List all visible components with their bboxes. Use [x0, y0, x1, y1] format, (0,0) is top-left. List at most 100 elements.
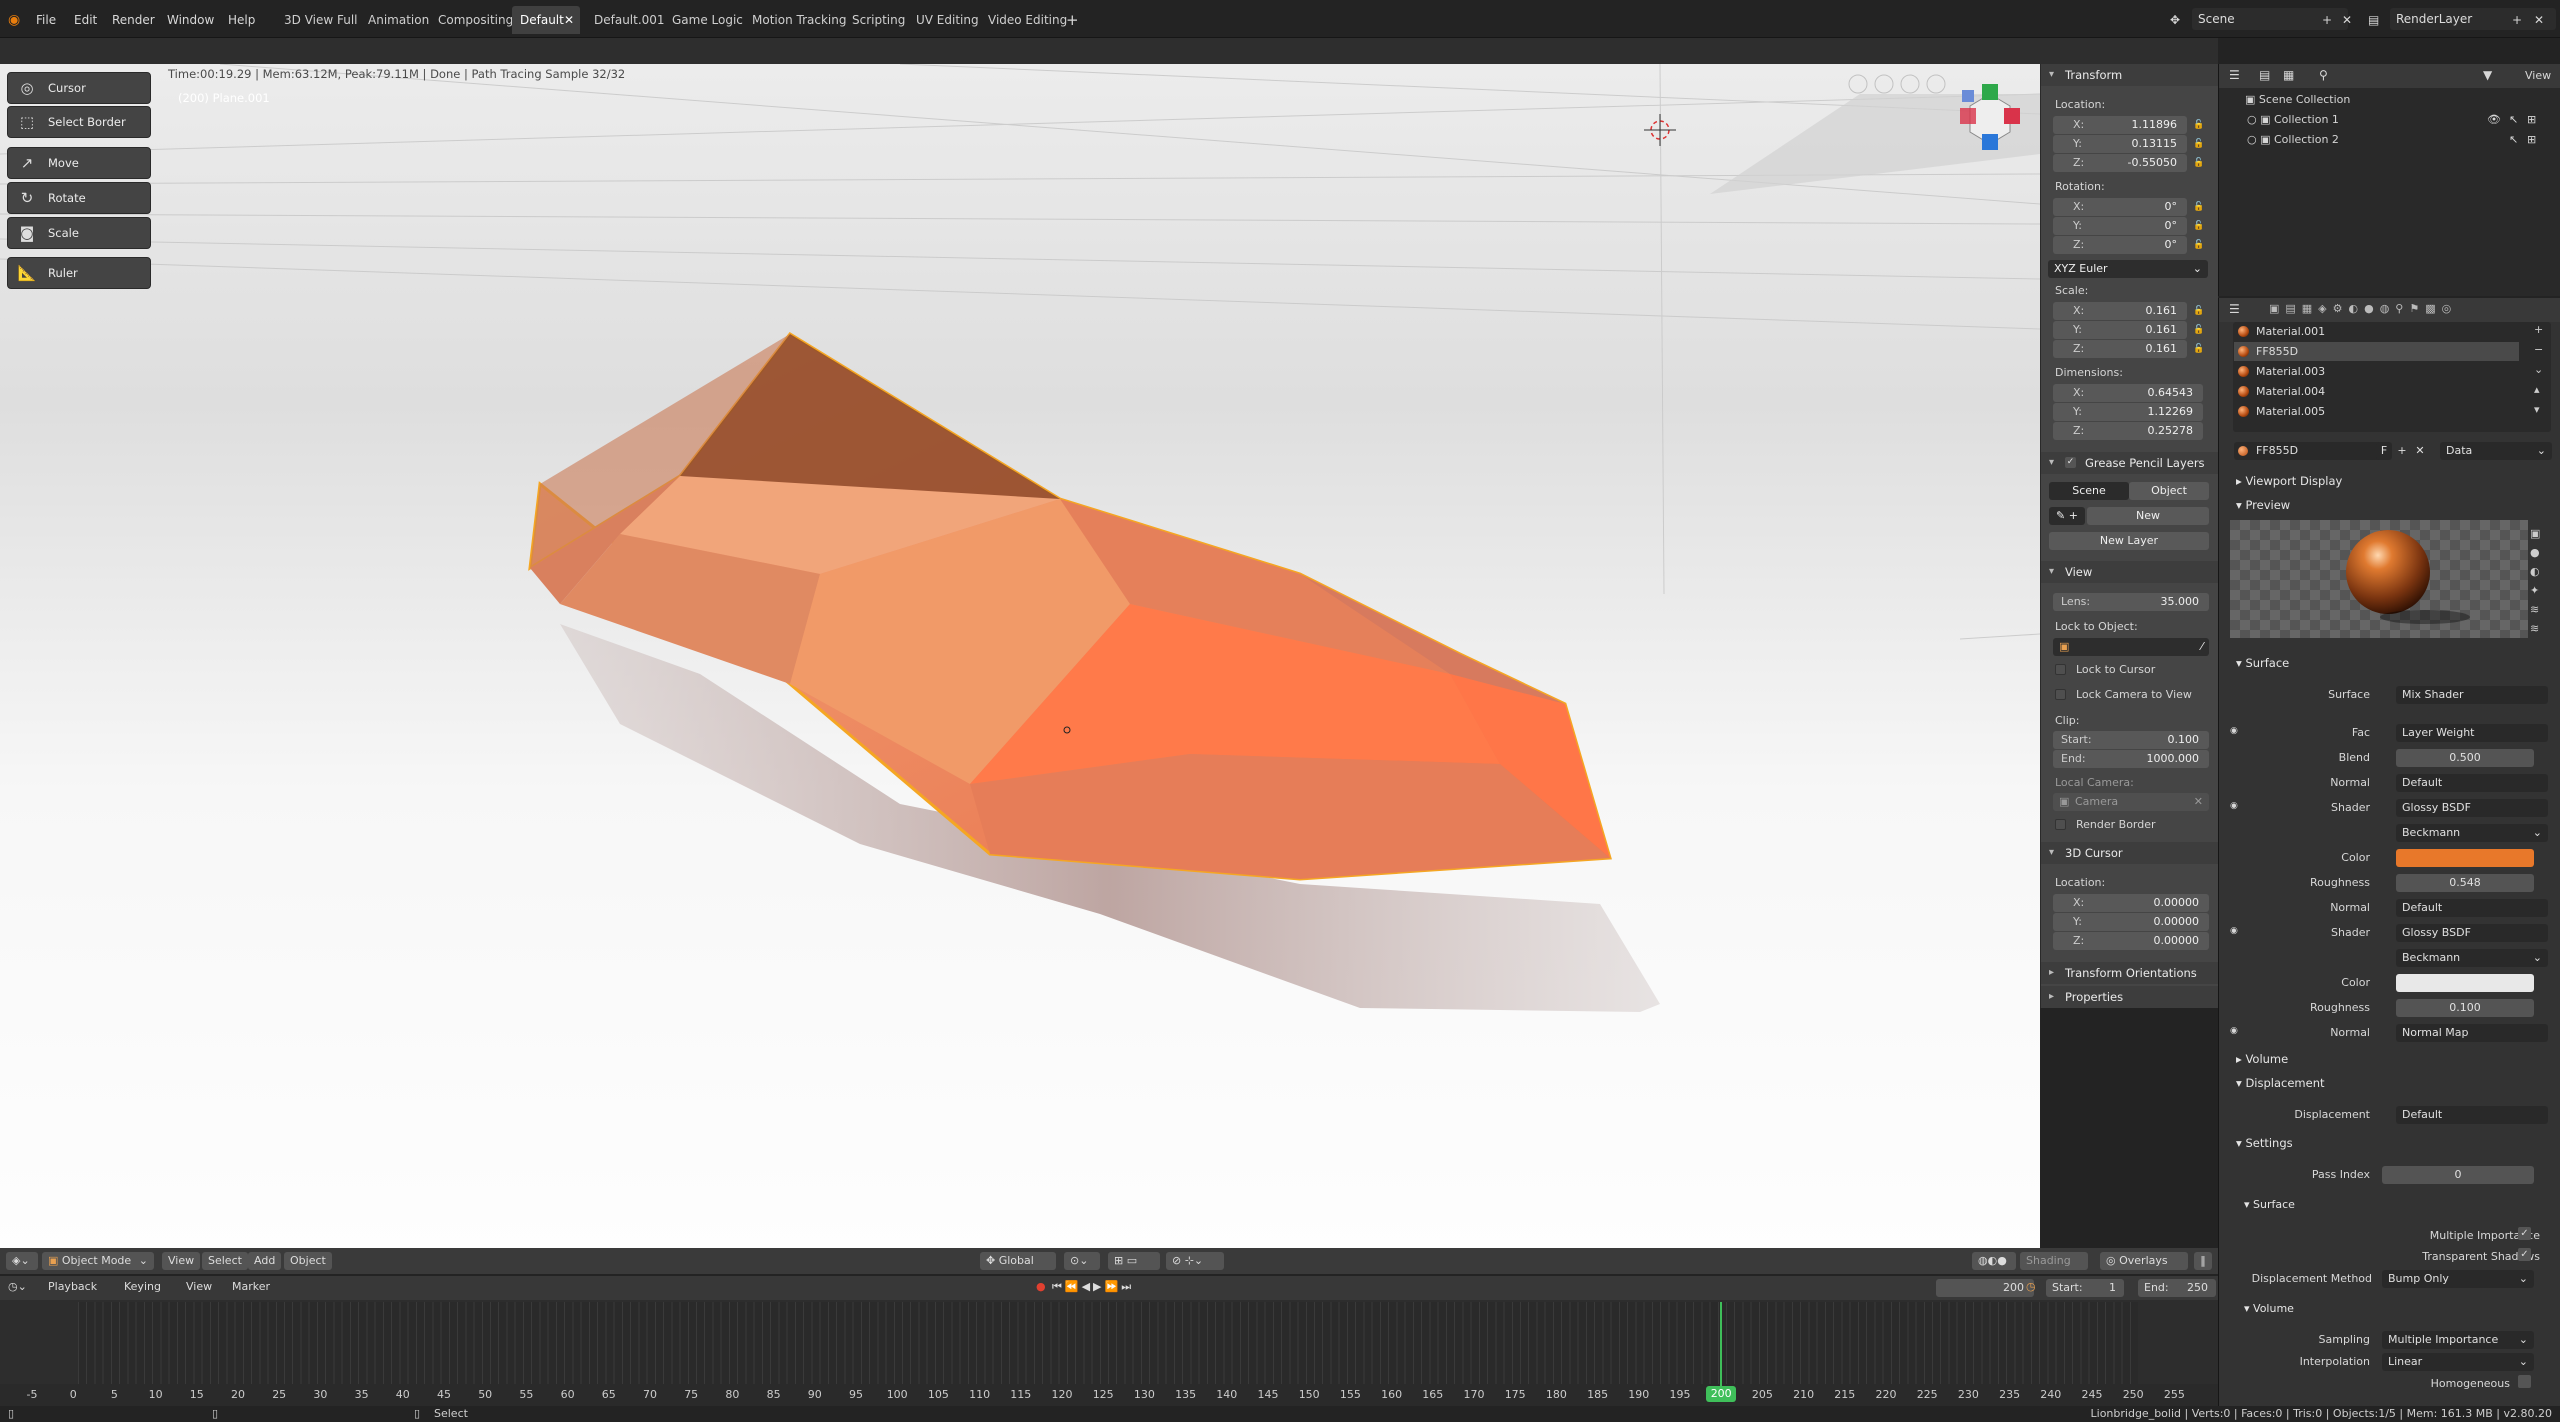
grease-pencil-header[interactable]: ✓ Grease Pencil Layers — [2041, 452, 2219, 474]
close-icon[interactable]: ✕ — [564, 6, 574, 34]
rotation-y-field[interactable]: Y: 0° — [2053, 217, 2187, 235]
tab-game-logic[interactable]: Game Logic — [664, 6, 751, 34]
menu-edit[interactable]: Edit — [74, 9, 97, 31]
mode-dropdown[interactable]: ▣ Object Mode ⌄ — [42, 1252, 154, 1270]
settings-section[interactable]: ▾ Settings — [2236, 1136, 2293, 1150]
lock-icon[interactable]: 🔓 — [2192, 219, 2206, 233]
material-slot-003[interactable]: Material.003 — [2234, 362, 2519, 381]
menu-view[interactable]: View — [162, 1252, 201, 1270]
displacement-method-dropdown[interactable]: Bump Only ⌄ — [2382, 1270, 2534, 1288]
visibility-icon[interactable]: 👁 — [2487, 113, 2501, 126]
tab-3d-view-full[interactable]: 3D View Full — [276, 6, 366, 34]
render-layer-field[interactable]: RenderLayer — [2390, 8, 2556, 30]
interpolation-dropdown[interactable]: Linear ⌄ — [2382, 1353, 2534, 1371]
proportional-icon[interactable]: ⊘ ⊹⌄ — [1166, 1252, 1224, 1270]
slot-controls[interactable]: + − ⌄ ▴ ▾ — [2534, 320, 2543, 420]
shader-1-input[interactable]: Glossy BSDF — [2396, 799, 2548, 817]
search-icon[interactable]: ⚲ — [2319, 68, 2328, 82]
orientation-dropdown[interactable]: ✥ Global — [980, 1252, 1056, 1270]
menu-window[interactable]: Window — [167, 9, 214, 31]
timeline[interactable]: ◷⌄ Playback Keying View Marker ● ⏮⏪◀▶⏩⏭ … — [0, 1276, 2218, 1406]
shader-2-input[interactable]: Glossy BSDF — [2396, 924, 2548, 942]
multiple-importance-checkbox[interactable]: Multiple Importance — [2360, 1229, 2540, 1242]
render-layer-icon[interactable]: ▤ — [2368, 9, 2379, 31]
start-frame-field[interactable]: Start: 1 — [2046, 1279, 2124, 1297]
pass-index-field[interactable]: 0 — [2382, 1166, 2534, 1184]
volume-section[interactable]: ▸ Volume — [2236, 1052, 2288, 1066]
color-2-swatch[interactable] — [2396, 974, 2534, 992]
normal-2-input[interactable]: Normal Map — [2396, 1024, 2548, 1042]
snap-icon[interactable]: ⊞ ▭ — [1108, 1252, 1160, 1270]
location-y-field[interactable]: Y: 0.13115 — [2053, 135, 2187, 153]
local-camera-field[interactable]: ▣ Camera ✕ — [2053, 793, 2209, 811]
transform-orientations-header[interactable]: Transform Orientations — [2041, 962, 2219, 984]
clip-start-field[interactable]: Start: 0.100 — [2053, 731, 2209, 749]
transparent-shadows-checkbox[interactable]: Transparent Shadows — [2360, 1250, 2540, 1263]
lens-field[interactable]: Lens: 35.000 — [2053, 593, 2209, 611]
properties-tabs-icons[interactable]: ▣▤▦◈⚙◐●◍⚲⚑▩◎ — [2269, 302, 2457, 315]
select-icon[interactable]: ↖ — [2509, 133, 2518, 146]
new-material-icon[interactable]: + — [2394, 442, 2410, 460]
current-frame-field[interactable]: 200 — [1936, 1279, 2034, 1297]
blender-logo-icon[interactable]: ◉ — [8, 9, 20, 31]
lock-icon[interactable]: 🔓 — [2192, 200, 2206, 214]
lock-icon[interactable]: 🔓 — [2192, 137, 2206, 151]
menu-select[interactable]: Select — [202, 1252, 248, 1270]
view-header[interactable]: View — [2041, 561, 2219, 583]
menu-playback[interactable]: Playback — [48, 1280, 97, 1293]
roughness-1-field[interactable]: 0.548 — [2396, 874, 2534, 892]
material-slot-005[interactable]: Material.005 — [2234, 402, 2519, 421]
playback-controls-icon[interactable]: ⏮⏪◀▶⏩⏭ — [1052, 1280, 1134, 1294]
checkbox-icon[interactable]: ✓ — [2518, 1248, 2531, 1261]
close-icon[interactable]: ✕ — [2194, 793, 2203, 811]
menu-marker[interactable]: Marker — [232, 1280, 270, 1293]
shading-modes-icon[interactable]: ◍◐● — [1972, 1252, 2016, 1270]
add-scene-icon[interactable]: + — [2322, 9, 2332, 31]
material-slot-001[interactable]: Material.001 — [2234, 322, 2519, 341]
preview-range-icon[interactable]: ◷ — [2026, 1280, 2036, 1293]
lock-object-field[interactable]: ▣ ⁄ — [2053, 638, 2209, 656]
material-slot-ff855d[interactable]: FF855D — [2234, 342, 2519, 361]
tab-uv-editing[interactable]: UV Editing — [908, 6, 987, 34]
checkbox-icon[interactable] — [2518, 1375, 2531, 1388]
pivot-icon[interactable]: ⊙⌄ — [1064, 1252, 1100, 1270]
cursor-z-field[interactable]: Z: 0.00000 — [2053, 932, 2209, 950]
eyedropper-icon[interactable]: ⁄ — [2201, 638, 2203, 656]
lock-to-cursor-checkbox[interactable]: Lock to Cursor — [2055, 663, 2155, 676]
unlink-material-icon[interactable]: ✕ — [2412, 442, 2428, 460]
normal-1-input[interactable]: Default — [2396, 899, 2548, 917]
material-slot-004[interactable]: Material.004 — [2234, 382, 2519, 401]
checkbox-icon[interactable]: ✓ — [2065, 457, 2076, 468]
socket-icon[interactable]: ◉ — [2230, 926, 2238, 936]
surface-section[interactable]: ▾ Surface — [2236, 656, 2289, 670]
gp-new-layer-button[interactable]: New Layer — [2049, 532, 2209, 550]
menu-file[interactable]: File — [36, 9, 56, 31]
gp-scene-tab[interactable]: Scene — [2049, 482, 2129, 500]
outliner-editor-icon[interactable]: ☰ — [2229, 68, 2240, 82]
blend-field[interactable]: 0.500 — [2396, 749, 2534, 767]
expand-icon[interactable]: ○ — [2247, 133, 2260, 146]
menu-render[interactable]: Render — [112, 9, 155, 31]
surface-shader-dropdown[interactable]: Mix Shader — [2396, 686, 2548, 704]
socket-icon[interactable]: ◉ — [2230, 726, 2238, 736]
scene-collection-row[interactable]: ▣ Scene Collection — [2245, 93, 2350, 106]
settings-volume-subsection[interactable]: ▾ Volume — [2244, 1302, 2294, 1315]
collection-2-row[interactable]: ○ ▣ Collection 2 — [2247, 133, 2339, 146]
tab-default[interactable]: Default ✕ — [512, 6, 580, 34]
lock-icon[interactable]: 🔓 — [2192, 304, 2206, 318]
lock-camera-checkbox[interactable]: Lock Camera to View — [2055, 688, 2192, 701]
rotation-z-field[interactable]: Z: 0° — [2053, 236, 2187, 254]
menu-add[interactable]: Add — [248, 1252, 282, 1270]
preview-type-icons[interactable]: ▣ ● ◐ ✦ ≋ ≋ — [2530, 524, 2540, 638]
settings-surface-subsection[interactable]: ▾ Surface — [2244, 1198, 2295, 1211]
material-name-field[interactable]: FF855D — [2234, 442, 2384, 460]
render-border-checkbox[interactable]: Render Border — [2055, 818, 2156, 831]
dimensions-z-field[interactable]: Z: 0.25278 — [2053, 422, 2203, 440]
gp-new-button[interactable]: New — [2087, 507, 2209, 525]
material-link-dropdown[interactable]: Data ⌄ — [2440, 442, 2552, 460]
tool-ruler[interactable]: 📐 Ruler — [7, 257, 151, 289]
properties-header[interactable]: Properties — [2041, 986, 2219, 1008]
tab-motion-tracking[interactable]: Motion Tracking — [744, 6, 854, 34]
playhead[interactable] — [1720, 1302, 1723, 1388]
tool-rotate[interactable]: ↻ Rotate — [7, 182, 151, 214]
